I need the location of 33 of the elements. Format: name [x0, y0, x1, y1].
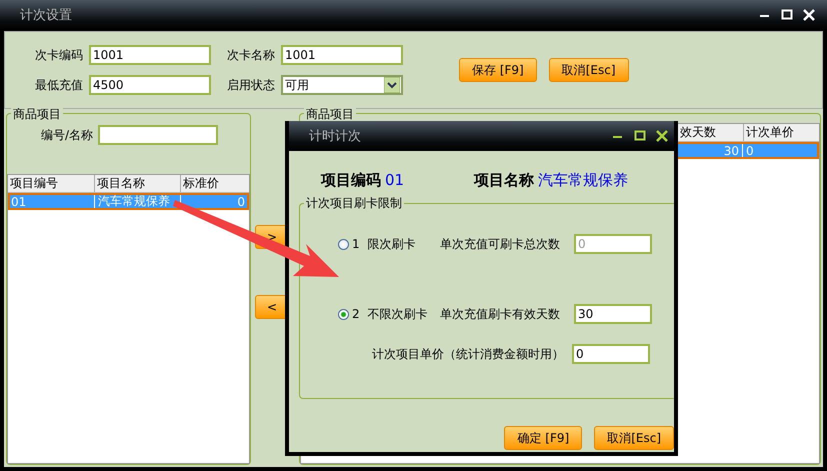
search-label: 编号/名称 [41, 126, 94, 144]
field-label: 计次项目单价（统计消费金额时用） [372, 346, 565, 362]
item-code-value: 01 [385, 171, 404, 189]
field-label: 次卡名称 [227, 46, 275, 64]
action-button[interactable]: 保存 [F9] [459, 58, 537, 82]
item-name-label: 项目名称 [474, 171, 534, 190]
input-field[interactable]: 30 [574, 304, 652, 324]
status-dropdown[interactable]: 可用 [281, 75, 403, 95]
item-name-value: 汽车常规保养 [538, 171, 628, 190]
field-label: 最低充值 [35, 76, 83, 94]
column-header[interactable]: 标准价 [180, 175, 249, 192]
action-button[interactable]: 确定 [F9] [504, 426, 582, 450]
dialog-title: 计时计次 [309, 128, 361, 145]
table-cell: 0 [742, 144, 818, 158]
column-header[interactable]: 项目编号 [8, 175, 94, 192]
field-label: 启用状态 [227, 76, 275, 94]
action-button[interactable]: 取消[Esc] [548, 58, 629, 82]
column-header[interactable]: 项目名称 [94, 175, 180, 192]
field-label: 单次充值可刷卡总次数 [440, 236, 561, 252]
group-title: 商品项目 [11, 106, 63, 123]
group-title: 计次项目刷卡限制 [304, 195, 404, 212]
table-cell-text: 01 [10, 194, 28, 208]
input-field[interactable]: 1001 [89, 45, 211, 65]
item-code-label: 项目编码 [321, 171, 381, 190]
field-label: 次卡编码 [35, 46, 83, 64]
radio-label[interactable]: 2 不限次刷卡 [352, 306, 440, 322]
window-title: 计次设置 [20, 7, 72, 24]
column-header[interactable]: 计次单价 [743, 124, 819, 141]
input-field[interactable]: 1001 [281, 45, 403, 65]
field-label: 单次充值刷卡有效天数 [440, 306, 561, 322]
input-field[interactable]: 4500 [89, 75, 211, 95]
input-field[interactable]: 0 [572, 344, 650, 364]
action-button[interactable]: 取消[Esc] [594, 426, 674, 450]
